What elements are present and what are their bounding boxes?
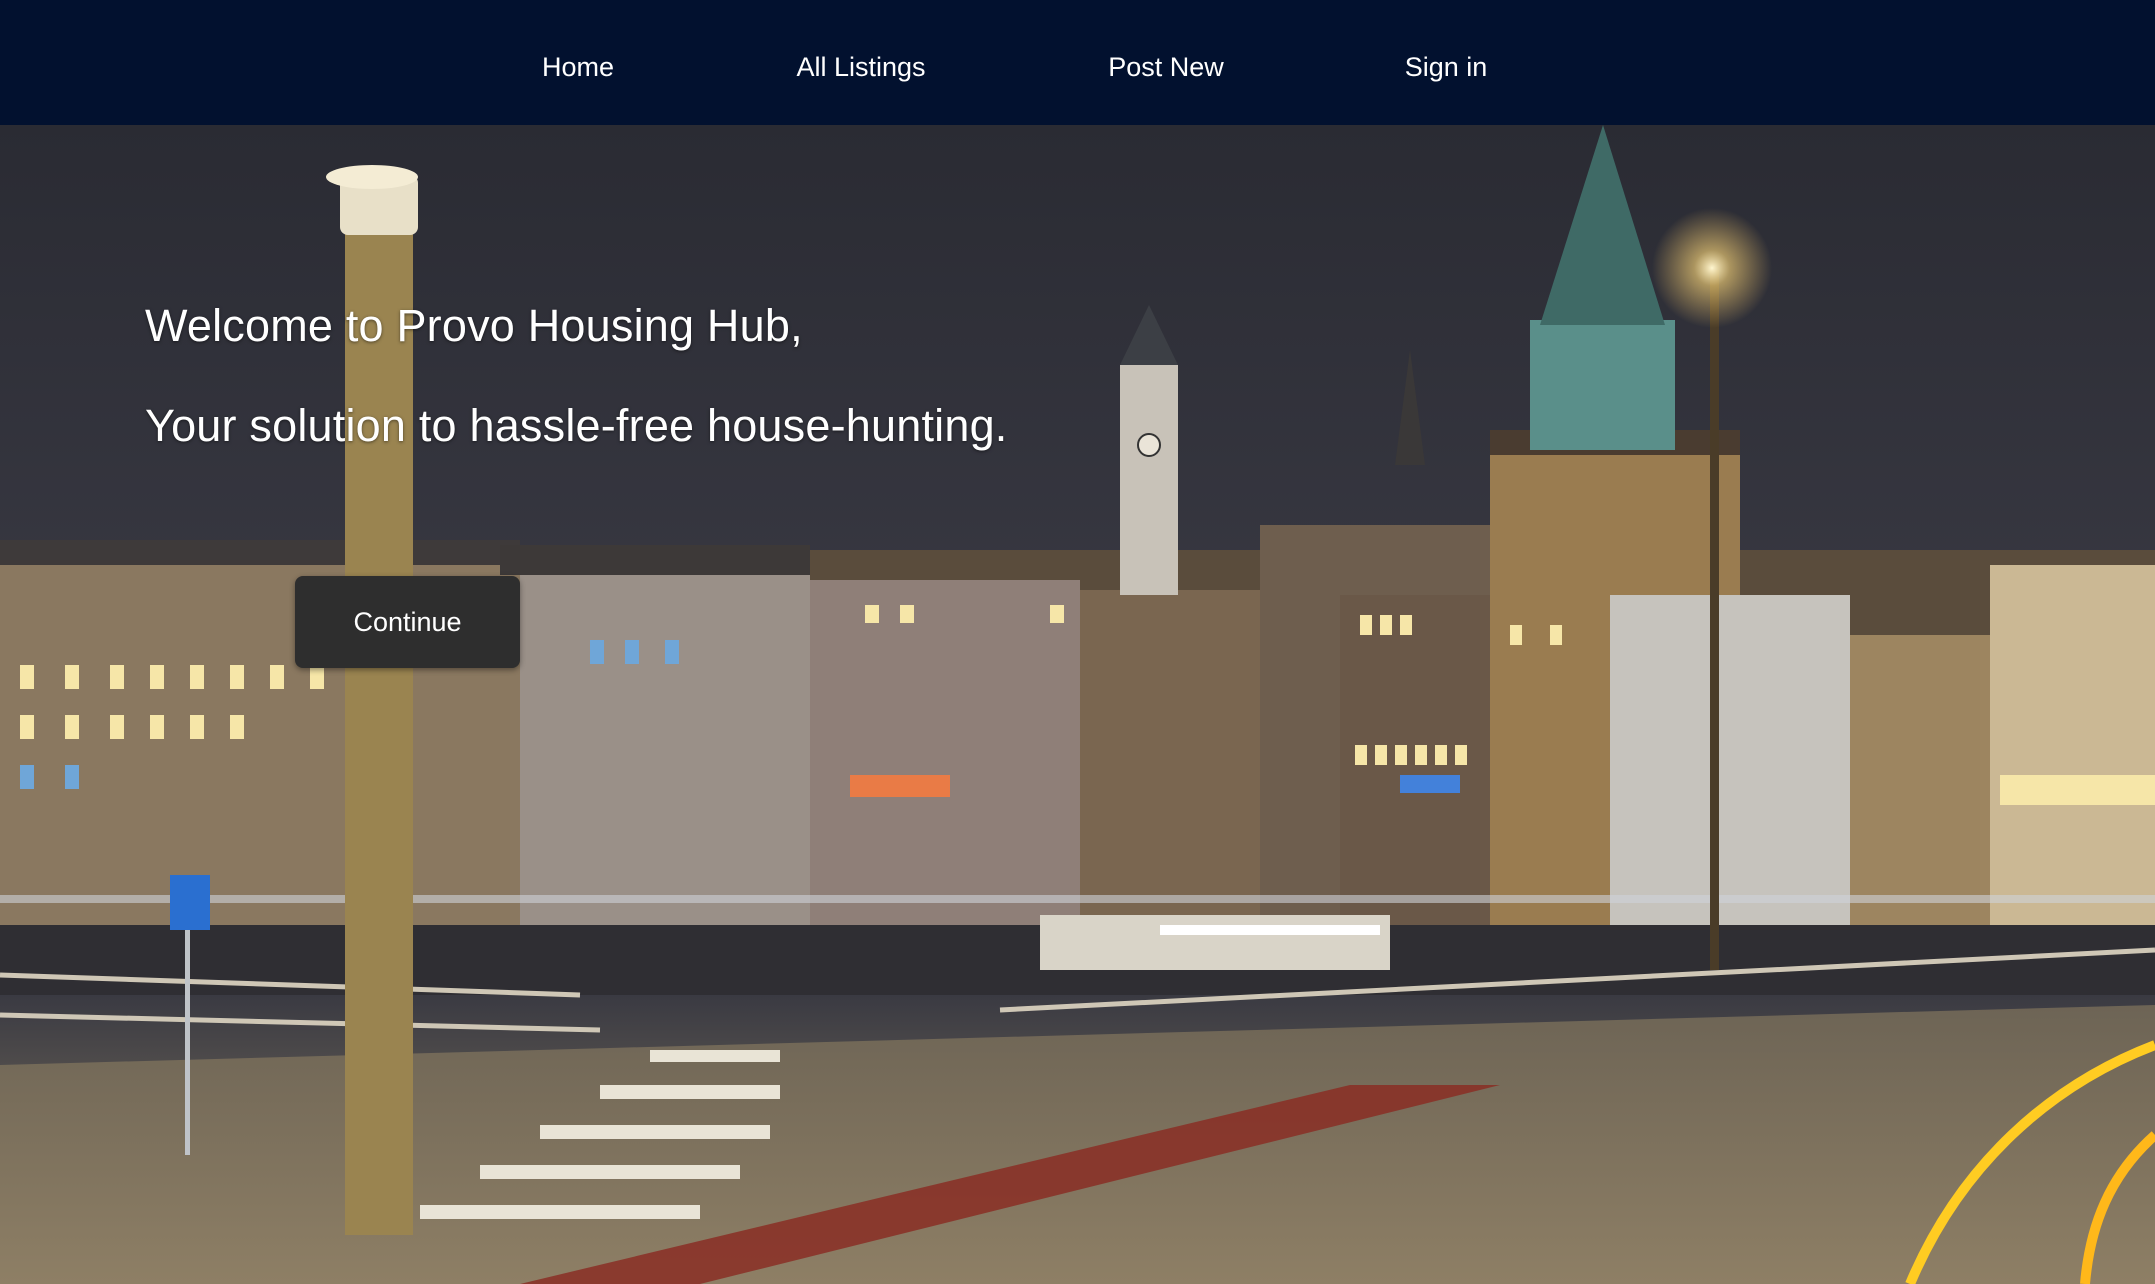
tagline-heading: Your solution to hassle-free house-hunti… (145, 400, 1008, 451)
top-navbar: Home All Listings Post New Sign in (0, 0, 2155, 125)
nav-post-new-link[interactable]: Post New (1108, 0, 1224, 125)
continue-button[interactable]: Continue (295, 576, 520, 668)
welcome-heading: Welcome to Provo Housing Hub, (145, 300, 803, 351)
nav-sign-in-link[interactable]: Sign in (1405, 0, 1488, 125)
nav-all-listings-link[interactable]: All Listings (796, 0, 925, 125)
nav-home-link[interactable]: Home (542, 0, 614, 125)
hero-section: Welcome to Provo Housing Hub, Your solut… (0, 125, 2155, 1284)
hero-background-image (0, 125, 2155, 1284)
